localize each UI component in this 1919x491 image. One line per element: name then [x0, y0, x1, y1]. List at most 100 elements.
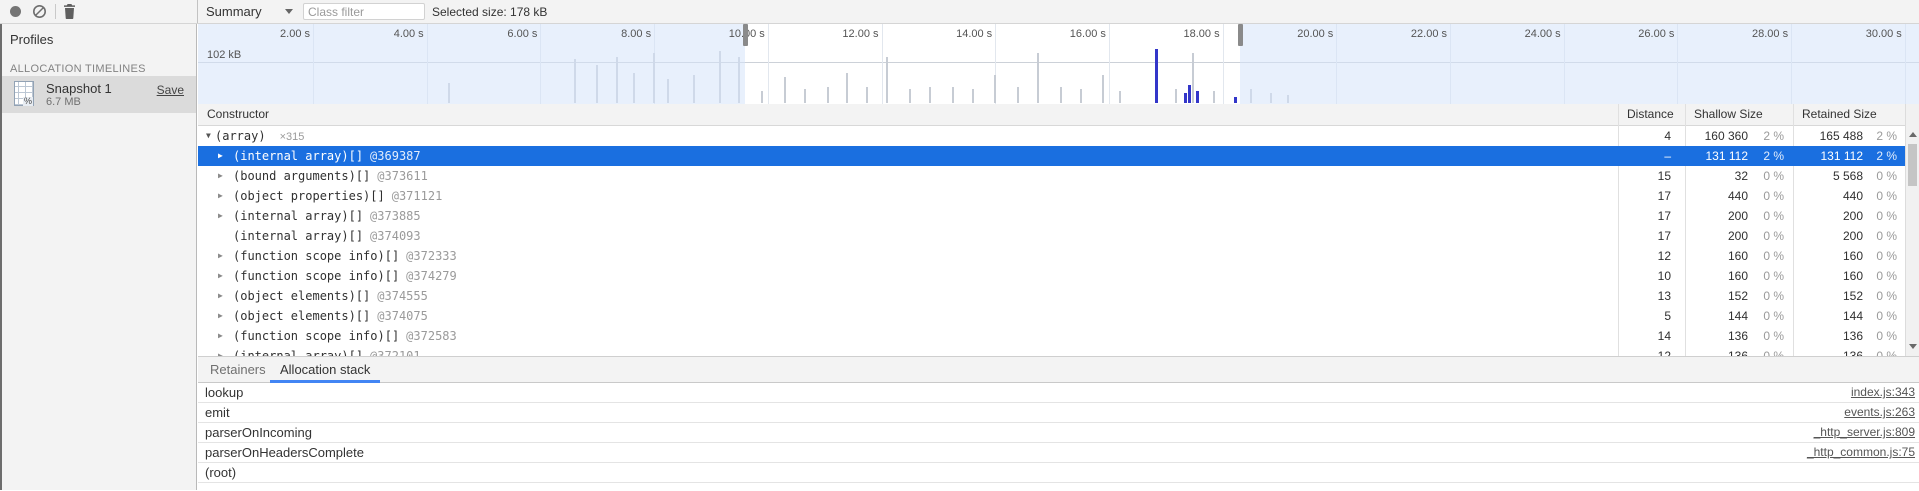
vertical-scrollbar[interactable] [1905, 104, 1919, 356]
allocation-bar [909, 89, 911, 103]
shallow-percent-cell: 0 % [1748, 206, 1784, 226]
collapse-arrow-icon[interactable]: ▼ [206, 126, 211, 146]
trash-icon[interactable] [63, 4, 76, 24]
constructor-row[interactable]: (internal array)[]@374093172000 %2000 % [198, 226, 1905, 246]
time-gridline [882, 24, 883, 104]
perspective-select[interactable]: Summary [206, 4, 262, 19]
expand-arrow-icon[interactable]: ▶ [218, 246, 223, 266]
expand-arrow-icon[interactable]: ▶ [218, 326, 223, 346]
shallow-percent-cell: 0 % [1748, 306, 1784, 326]
constructor-row[interactable]: ▶(internal array)[]@373885172000 %2000 % [198, 206, 1905, 226]
retained-percent-cell: 0 % [1863, 326, 1897, 346]
allocation-bar [1175, 89, 1177, 103]
constructor-row[interactable]: ▼(array)×3154160 3602 %165 4882 % [198, 126, 1905, 146]
time-gridline [1223, 24, 1224, 104]
retained-size-cell: 131 112 [1793, 146, 1863, 166]
column-header-shallow-size[interactable]: Shallow Size [1694, 107, 1763, 121]
object-id: @372333 [406, 249, 457, 263]
constructor-row[interactable]: ▶(function scope info)[]@372583141360 %1… [198, 326, 1905, 346]
tab-allocation-stack[interactable]: Allocation stack [270, 357, 380, 383]
frame-source-link[interactable]: _http_server.js:809 [1814, 423, 1915, 442]
allocation-bar [1119, 91, 1121, 103]
object-id: @371121 [392, 189, 443, 203]
expand-arrow-icon[interactable]: ▶ [218, 206, 223, 226]
frame-source-link[interactable]: index.js:343 [1851, 383, 1915, 402]
retained-size-cell: 136 [1793, 346, 1863, 356]
distance-cell: 17 [1618, 186, 1671, 206]
object-details-panel: RetainersAllocation stack lookup index.js… [198, 356, 1919, 491]
distance-cell: 12 [1618, 346, 1671, 356]
retained-percent-cell: 0 % [1863, 266, 1897, 286]
shallow-size-cell: 160 360 [1685, 126, 1748, 146]
constructor-row[interactable]: ▶(object elements)[]@374555131520 %1520 … [198, 286, 1905, 306]
instance-count: ×315 [280, 131, 305, 143]
snapshot-save-link[interactable]: Save [157, 83, 184, 97]
allocation-bar [866, 87, 868, 103]
constructor-row[interactable]: ▶(function scope info)[]@372333121600 %1… [198, 246, 1905, 266]
shallow-percent-cell: 0 % [1748, 346, 1784, 356]
constructor-row[interactable]: ▶(object elements)[]@37407551440 %1440 % [198, 306, 1905, 326]
record-icon[interactable] [10, 6, 21, 17]
frame-source-link[interactable]: _http_common.js:75 [1807, 443, 1915, 462]
retained-percent-cell: 0 % [1863, 306, 1897, 326]
distance-cell: 14 [1618, 326, 1671, 346]
constructor-name: (object elements)[]@374555 [233, 286, 428, 306]
clear-profiles-icon[interactable] [32, 4, 47, 24]
grid-rows: ▼(array)×3154160 3602 %165 4882 %▶(inter… [198, 126, 1905, 356]
allocation-bar [1017, 87, 1019, 103]
constructor-row[interactable]: ▶(object properties)[]@371121174400 %440… [198, 186, 1905, 206]
allocation-timeline-overview[interactable]: 102 kB 2.00 s4.00 s6.00 s8.00 s10.00 s12… [198, 24, 1919, 105]
expand-arrow-icon[interactable]: ▶ [218, 306, 223, 326]
details-tabbar: RetainersAllocation stack [198, 357, 1919, 383]
allocation-bar [1213, 91, 1215, 103]
retained-size-cell: 200 [1793, 206, 1863, 226]
ruler-label: 26.00 s [1638, 28, 1674, 40]
shallow-percent-cell: 0 % [1748, 266, 1784, 286]
column-header-constructor[interactable]: Constructor [207, 107, 269, 121]
frame-function-name: lookup [205, 383, 243, 402]
chevron-down-icon[interactable] [285, 9, 293, 14]
constructor-row[interactable]: ▶(function scope info)[]@374279101600 %1… [198, 266, 1905, 286]
retained-size-cell: 144 [1793, 306, 1863, 326]
ruler-label: 24.00 s [1525, 28, 1561, 40]
class-filter-input[interactable] [303, 3, 425, 20]
ruler-label: 22.00 s [1411, 28, 1447, 40]
constructor-row[interactable]: ▶(internal array)[]@372101121360 %1360 % [198, 346, 1905, 356]
allocation-bar-live [1188, 85, 1191, 103]
allocation-bar [952, 87, 954, 103]
constructor-row[interactable]: ▶(bound arguments)[]@37361115320 %5 5680… [198, 166, 1905, 186]
frame-function-name: parserOnHeadersComplete [205, 443, 364, 462]
frame-source-link[interactable]: events.js:263 [1844, 403, 1915, 422]
expand-arrow-icon[interactable]: ▶ [218, 286, 223, 306]
retained-size-cell: 5 568 [1793, 166, 1863, 186]
tab-retainers[interactable]: Retainers [200, 357, 276, 380]
scrollbar-thumb[interactable] [1908, 144, 1917, 186]
object-id: @373611 [377, 169, 428, 183]
selection-handle-right[interactable] [1238, 24, 1243, 46]
allocation-bar [1080, 89, 1082, 103]
expand-arrow-icon[interactable]: ▶ [218, 166, 223, 186]
shallow-size-cell: 136 [1685, 346, 1748, 356]
shallow-size-cell: 136 [1685, 326, 1748, 346]
allocation-bar [886, 57, 888, 103]
expand-arrow-icon[interactable]: ▶ [218, 146, 223, 166]
column-header-distance[interactable]: Distance [1627, 107, 1674, 121]
sidebar-item-snapshot-1[interactable]: % Snapshot 1 6.7 MB Save [2, 76, 196, 113]
expand-arrow-icon[interactable]: ▶ [218, 186, 223, 206]
toolbar-divider [55, 4, 56, 19]
shallow-percent-cell: 0 % [1748, 326, 1784, 346]
scroll-up-icon[interactable] [1909, 132, 1917, 137]
constructor-name: (internal array)[]@369387 [233, 146, 421, 166]
column-header-retained-size[interactable]: Retained Size [1802, 107, 1877, 121]
shallow-size-cell: 32 [1685, 166, 1748, 186]
expand-arrow-icon[interactable]: ▶ [218, 346, 223, 356]
ruler-label: 28.00 s [1752, 28, 1788, 40]
retained-percent-cell: 0 % [1863, 206, 1897, 226]
constructor-name: (internal array)[]@374093 [233, 226, 421, 246]
object-id: @373885 [370, 209, 421, 223]
constructor-row[interactable]: ▶(internal array)[]@369387–131 1122 %131… [198, 146, 1905, 166]
allocation-bar [1192, 53, 1194, 103]
selection-handle-left[interactable] [743, 24, 748, 46]
scroll-down-icon[interactable] [1909, 344, 1917, 349]
expand-arrow-icon[interactable]: ▶ [218, 266, 223, 286]
